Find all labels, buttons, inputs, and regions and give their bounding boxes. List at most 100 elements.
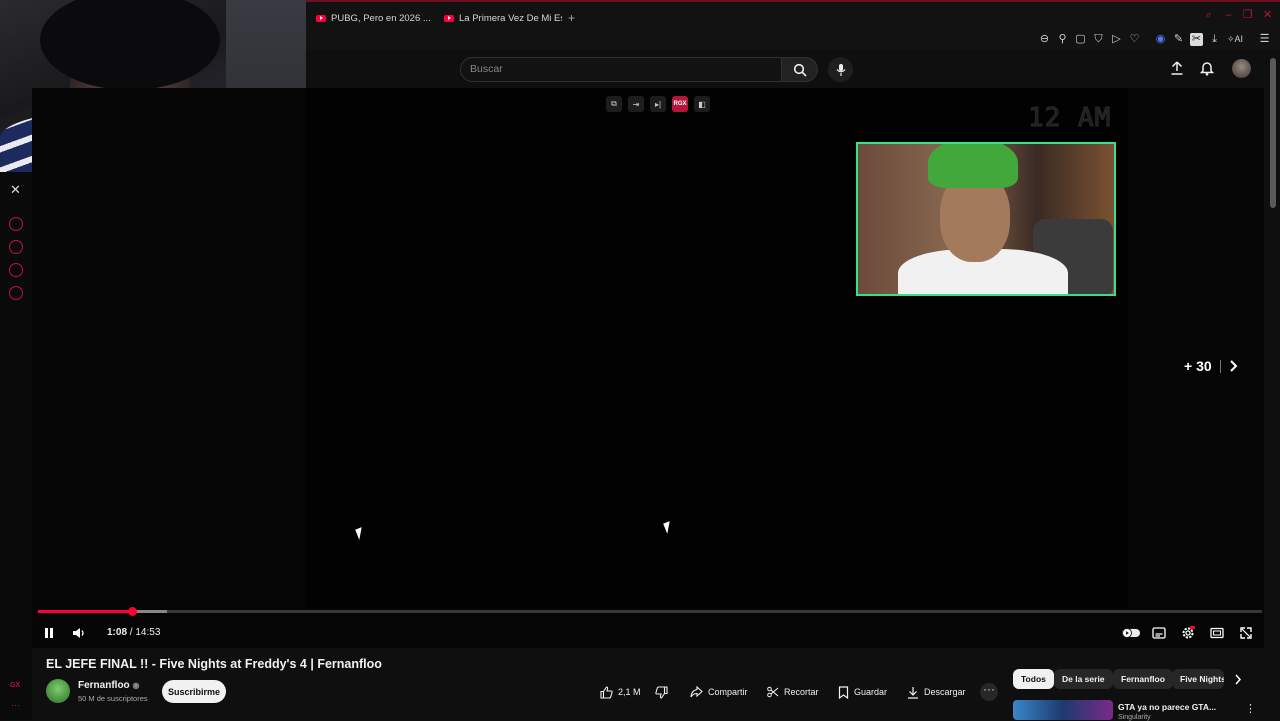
search-button[interactable] xyxy=(782,57,818,82)
volume-button[interactable] xyxy=(70,624,88,642)
game-night-clock: 12 AM xyxy=(1027,103,1112,134)
channel-name-text: Fernanfloo xyxy=(78,680,130,691)
close-icon[interactable]: ✕ xyxy=(1261,9,1274,22)
like-count: 2,1 M xyxy=(618,687,641,697)
chevron-right-icon xyxy=(1235,674,1242,685)
bookmark-icon xyxy=(838,685,849,699)
upload-icon xyxy=(1171,61,1183,75)
rgx-button[interactable]: RGX xyxy=(672,96,688,112)
theater-mode-button[interactable] xyxy=(1208,624,1226,642)
maximize-icon[interactable]: ❐ xyxy=(1241,9,1254,22)
settings-button[interactable] xyxy=(1179,624,1197,642)
dislike-button[interactable] xyxy=(655,683,668,701)
bell-icon xyxy=(1200,62,1214,76)
progress-scrubber[interactable] xyxy=(127,607,137,616)
channel-name[interactable]: Fernanfloo ◉ xyxy=(78,680,139,691)
browser-tab[interactable]: La Primera Vez De Mi Espo xyxy=(444,9,562,27)
download-label: Descargar xyxy=(924,687,966,697)
progress-bar[interactable] xyxy=(38,607,1262,616)
bookmark-icon[interactable]: ▢ xyxy=(1074,33,1087,46)
extension-toolbar: ⧉ ⇥ ▸| RGX ◧ xyxy=(606,96,710,112)
skip-icon[interactable]: ▸| xyxy=(650,96,666,112)
upload-button[interactable] xyxy=(1170,61,1184,75)
download-button[interactable]: Descargar xyxy=(907,683,966,701)
duration: 14:53 xyxy=(135,627,161,638)
refresh-icon[interactable] xyxy=(9,263,23,277)
gx-logo-icon[interactable]: GX xyxy=(10,682,20,689)
audio-icon[interactable]: ◉ xyxy=(1154,33,1167,46)
pin-icon[interactable]: ⚲ xyxy=(1056,33,1069,46)
subscriber-count: 50 M de suscriptores xyxy=(78,694,148,703)
notifications-button[interactable] xyxy=(1200,61,1214,76)
skip-label: + 30 xyxy=(1184,358,1212,374)
voice-search-button[interactable] xyxy=(828,57,853,82)
play-circle-icon[interactable] xyxy=(9,217,23,231)
tab-title: La Primera Vez De Mi Espo xyxy=(459,12,562,24)
theater-icon xyxy=(1210,627,1224,639)
current-time: 1:08 xyxy=(107,627,128,638)
save-label: Guardar xyxy=(854,687,888,697)
fullscreen-button[interactable] xyxy=(1237,624,1255,642)
browser-toolbar: ⊖ ⚲ ▢ ⛉ ▷ ♡ ◉ ✎ ✂ ⤓ ✧AI ☰ xyxy=(306,30,1280,50)
menu-icon[interactable]: ☰ xyxy=(1258,33,1271,46)
close-x-icon[interactable]: ✕ xyxy=(10,182,21,198)
minimize-icon[interactable]: – xyxy=(1222,9,1235,22)
verified-icon: ◉ xyxy=(132,681,140,690)
chip-five-nights[interactable]: Five Nights xyxy=(1172,669,1224,689)
clip-button[interactable]: Recortar xyxy=(767,683,819,701)
ai-icon[interactable]: ✧AI xyxy=(1224,33,1246,46)
copy-icon[interactable]: ⧉ xyxy=(606,96,622,112)
browser-tab-bar: PUBG, Pero en 2026 ... | F La Primera Ve… xyxy=(306,0,1280,30)
related-video-menu-icon[interactable]: ⋮ xyxy=(1245,702,1256,715)
download-icon[interactable]: ⤓ xyxy=(1208,33,1221,46)
video-title: EL JEFE FINAL !! - Five Nights at Freddy… xyxy=(46,657,382,671)
related-video-title[interactable]: GTA ya no parece GTA... xyxy=(1118,702,1216,712)
account-avatar[interactable] xyxy=(1232,59,1251,78)
pause-button[interactable] xyxy=(40,624,58,642)
volume-icon xyxy=(73,628,84,638)
autoplay-toggle-icon xyxy=(1122,628,1140,638)
more-actions-button[interactable]: ··· xyxy=(980,683,998,701)
page-scrollbar[interactable] xyxy=(1270,58,1276,208)
search-input[interactable]: Buscar xyxy=(460,57,782,82)
youtube-icon xyxy=(444,14,454,22)
chip-all[interactable]: Todos xyxy=(1013,669,1054,689)
chip-series[interactable]: De la serie xyxy=(1054,669,1113,689)
history-icon[interactable] xyxy=(9,240,23,254)
autoplay-toggle[interactable] xyxy=(1120,624,1142,642)
clip-label: Recortar xyxy=(784,687,819,697)
save-button[interactable]: Guardar xyxy=(838,683,887,701)
ai-label: AI xyxy=(1234,34,1244,44)
chips-next-button[interactable] xyxy=(1234,674,1242,685)
tab-title: PUBG, Pero en 2026 ... | F xyxy=(331,12,434,24)
new-tab-button[interactable]: + xyxy=(568,9,575,27)
sidebar-icon[interactable]: ◧ xyxy=(694,96,710,112)
skip-forward-button[interactable]: + 30 xyxy=(1184,358,1238,374)
microphone-icon xyxy=(836,63,845,76)
channel-avatar[interactable] xyxy=(46,679,70,703)
browser-tab[interactable]: PUBG, Pero en 2026 ... | F xyxy=(316,9,434,27)
pause-icon xyxy=(45,628,53,638)
share-button[interactable]: Compartir xyxy=(690,683,748,701)
like-button[interactable]: 2,1 M xyxy=(600,683,641,701)
video-player[interactable]: ⧉ ⇥ ▸| RGX ◧ 12 AM + 30 1:08 / 14:53 xyxy=(32,88,1264,648)
subscribe-button[interactable]: Suscribirme xyxy=(162,680,226,703)
login-icon[interactable]: ⇥ xyxy=(628,96,644,112)
share-label: Compartir xyxy=(708,687,748,697)
more-dots-icon[interactable]: ··· xyxy=(11,700,20,710)
chip-channel[interactable]: Fernanfloo xyxy=(1113,669,1173,689)
subtitles-icon xyxy=(1152,627,1166,639)
extensions-icon[interactable]: ✎ xyxy=(1172,33,1185,46)
subtitles-button[interactable] xyxy=(1150,624,1168,642)
progress-played xyxy=(38,610,133,613)
gear-icon xyxy=(1182,626,1195,639)
search-icon[interactable]: ⌕ xyxy=(1202,9,1215,22)
heart-icon[interactable]: ♡ xyxy=(1128,33,1141,46)
shield-icon[interactable]: ⛉ xyxy=(1092,33,1105,46)
play-icon[interactable]: ▷ xyxy=(1110,33,1123,46)
fullscreen-icon xyxy=(1240,627,1252,639)
zoom-icon[interactable]: ⊖ xyxy=(1038,33,1051,46)
settings-icon[interactable] xyxy=(9,286,23,300)
extension-app-icon[interactable]: ✂ xyxy=(1190,33,1203,46)
related-video-thumbnail[interactable] xyxy=(1013,700,1113,720)
